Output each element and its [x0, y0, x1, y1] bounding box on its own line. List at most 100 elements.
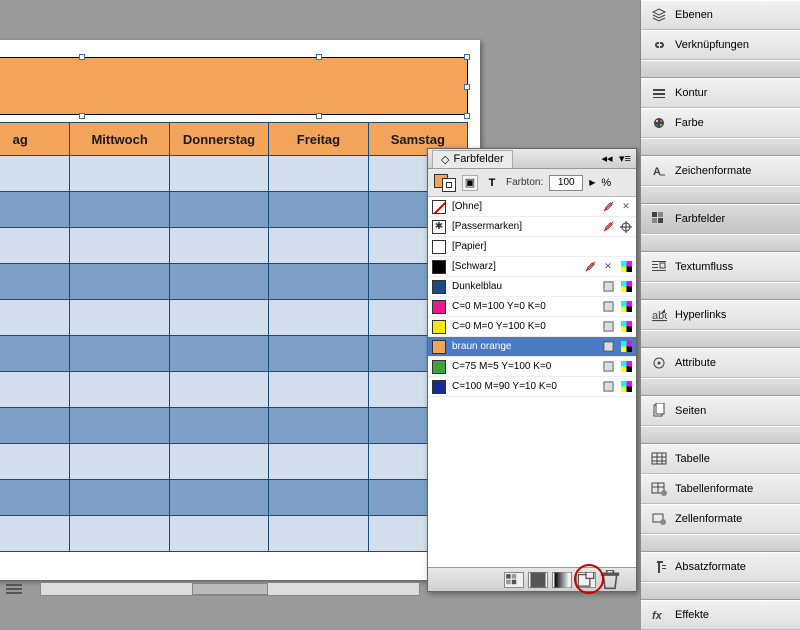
show-all-swatches-button[interactable] [504, 572, 524, 588]
container-format-icon[interactable]: ▣ [462, 175, 478, 191]
selection-handle[interactable] [316, 54, 322, 60]
table-cell[interactable] [69, 192, 168, 228]
table-cell[interactable] [0, 516, 69, 552]
new-swatch-button[interactable] [576, 572, 596, 588]
fill-stroke-proxy[interactable] [434, 174, 456, 192]
swatch-item[interactable]: [Schwarz] [428, 257, 636, 277]
table-cell[interactable] [268, 444, 367, 480]
table-cell[interactable] [0, 264, 69, 300]
swatch-item[interactable]: C=100 M=90 Y=10 K=0 [428, 377, 636, 397]
table-cell[interactable] [268, 192, 367, 228]
swatch-item[interactable]: braun orange [428, 337, 636, 357]
tint-stepper-icon[interactable]: ▶ [589, 178, 595, 187]
table-cell[interactable] [69, 480, 168, 516]
swatch-item[interactable]: Dunkelblau [428, 277, 636, 297]
table-cell[interactable] [69, 444, 168, 480]
table-cell[interactable] [268, 516, 367, 552]
show-gradient-swatches-button[interactable] [552, 572, 572, 588]
horizontal-scrollbar[interactable] [40, 582, 420, 596]
selection-handle[interactable] [79, 54, 85, 60]
table-cell[interactable] [268, 408, 367, 444]
table-cell[interactable] [0, 300, 69, 336]
swatch-item[interactable]: [Ohne] [428, 197, 636, 217]
table-cell[interactable] [69, 408, 168, 444]
panel-item-layers[interactable]: Ebenen [641, 0, 800, 30]
selected-frame[interactable] [0, 57, 468, 115]
table-cell[interactable] [69, 336, 168, 372]
table-cell[interactable] [69, 156, 168, 192]
selection-handle[interactable] [464, 113, 470, 119]
table-cell[interactable] [0, 192, 69, 228]
panel-item-parastyle[interactable]: Absatzformate [641, 552, 800, 582]
table-cell[interactable] [169, 444, 268, 480]
stroke-swatch[interactable] [442, 178, 456, 192]
table-cell[interactable] [268, 336, 367, 372]
swatch-item[interactable]: C=0 M=0 Y=100 K=0 [428, 317, 636, 337]
table-cell[interactable] [169, 336, 268, 372]
table-cell[interactable] [169, 480, 268, 516]
panel-collapse-icon[interactable]: ◂◂ [600, 152, 614, 166]
table-cell[interactable] [169, 408, 268, 444]
swatch-item[interactable]: [Papier] [428, 237, 636, 257]
panel-item-tablestyle[interactable]: Tabellenformate [641, 474, 800, 504]
table-header-cell[interactable]: Donnerstag [169, 122, 268, 156]
panel-item-swatches[interactable]: Farbfelder [641, 204, 800, 234]
table-cell[interactable] [69, 228, 168, 264]
panel-item-color[interactable]: Farbe [641, 108, 800, 138]
show-color-swatches-button[interactable] [528, 572, 548, 588]
panel-item-links[interactable]: Verknüpfungen [641, 30, 800, 60]
table-cell[interactable] [0, 372, 69, 408]
selection-handle[interactable] [79, 113, 85, 119]
table-cell[interactable] [169, 264, 268, 300]
panel-item-pages[interactable]: Seiten [641, 396, 800, 426]
panel-item-charstyle[interactable]: AZeichenformate [641, 156, 800, 186]
tint-input[interactable] [549, 175, 583, 191]
table-header-cell[interactable]: Freitag [268, 122, 367, 156]
delete-swatch-button[interactable] [600, 572, 620, 588]
table-cell[interactable] [268, 480, 367, 516]
swatch-item[interactable]: [Passermarken] [428, 217, 636, 237]
table-cell[interactable] [169, 228, 268, 264]
text-format-icon[interactable]: T [484, 175, 500, 191]
swatches-list[interactable]: [Ohne][Passermarken][Papier][Schwarz]Dun… [428, 197, 636, 567]
swatches-panel-header[interactable]: ◇ Farbfelder ◂◂ ▾≡ [428, 149, 636, 169]
table-cell[interactable] [268, 156, 367, 192]
selection-handle[interactable] [464, 84, 470, 90]
selection-handle[interactable] [464, 54, 470, 60]
table-cell[interactable] [69, 264, 168, 300]
swatch-item[interactable]: C=75 M=5 Y=100 K=0 [428, 357, 636, 377]
table-cell[interactable] [69, 372, 168, 408]
table-cell[interactable] [0, 336, 69, 372]
table-cell[interactable] [169, 372, 268, 408]
panel-item-fx[interactable]: fxEffekte [641, 600, 800, 630]
table-cell[interactable] [268, 372, 367, 408]
table-cell[interactable] [0, 480, 69, 516]
table-cell[interactable] [268, 300, 367, 336]
table-cell[interactable] [169, 516, 268, 552]
panel-item-attributes[interactable]: Attribute [641, 348, 800, 378]
swatch-item[interactable]: C=0 M=100 Y=0 K=0 [428, 297, 636, 317]
table-cell[interactable] [268, 228, 367, 264]
swatches-tab[interactable]: ◇ Farbfelder [432, 150, 513, 168]
table-cell[interactable] [169, 192, 268, 228]
table-cell[interactable] [0, 156, 69, 192]
panel-item-table[interactable]: Tabelle [641, 444, 800, 474]
table-cell[interactable] [0, 408, 69, 444]
panel-item-hyperlink[interactable]: abcHyperlinks [641, 300, 800, 330]
panel-menu-icon[interactable]: ▾≡ [618, 152, 632, 166]
scrollbar-thumb[interactable] [192, 583, 268, 595]
table-cell[interactable] [169, 156, 268, 192]
table-cell[interactable] [268, 264, 367, 300]
table-header-cell[interactable]: ag [0, 122, 69, 156]
table-cell[interactable] [0, 444, 69, 480]
panel-grip-icon[interactable] [6, 584, 22, 594]
panel-item-cellstyle[interactable]: Zellenformate [641, 504, 800, 534]
table-cell[interactable] [69, 300, 168, 336]
table-cell[interactable] [69, 516, 168, 552]
panel-item-stroke[interactable]: Kontur [641, 78, 800, 108]
table-cell[interactable] [169, 300, 268, 336]
table-cell[interactable] [0, 228, 69, 264]
table-header-cell[interactable]: Mittwoch [69, 122, 168, 156]
selection-handle[interactable] [316, 113, 322, 119]
panel-item-textwrap[interactable]: Textumfluss [641, 252, 800, 282]
